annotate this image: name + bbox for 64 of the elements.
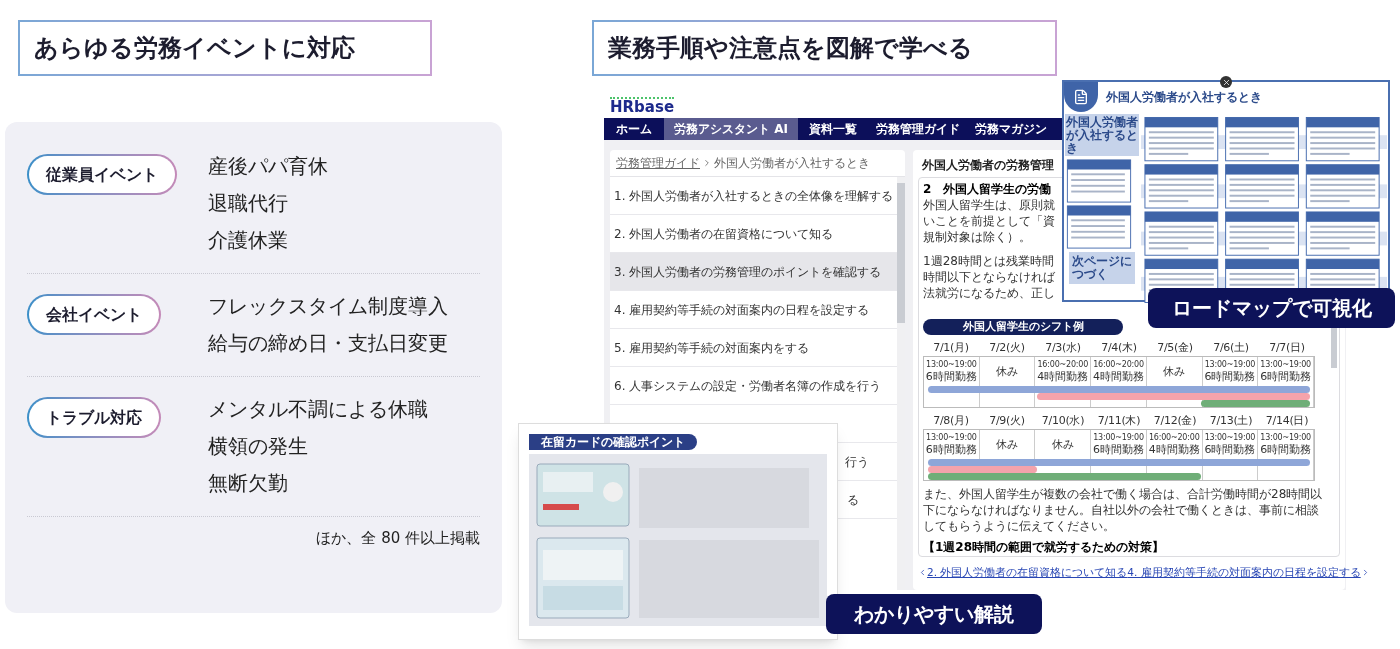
nav-tab[interactable]: 労務管理ガイド [868, 118, 968, 140]
date-label: 7/8(月) [932, 413, 970, 429]
event-count-note: ほか、全 80 件以上掲載 [316, 528, 480, 549]
category-badge: 従業員イベント [27, 154, 177, 195]
article-text: 1週28時間とは残業時間 [923, 253, 1054, 269]
roadmap-title: 外国人労働者が入社するとき [1106, 89, 1262, 106]
event-item: フレックスタイム制度導入 [208, 293, 448, 320]
date-label: 7/10(水) [1040, 413, 1086, 429]
article-text: いことを前提として「資 [923, 213, 1055, 229]
nav-tab[interactable]: 資料一覧 [798, 118, 868, 140]
date-label: 7/1(月) [932, 340, 970, 356]
shift-example-label: 外国人留学生のシフト例 [923, 319, 1123, 335]
previous-link[interactable]: 2. 外国人労働者の在留資格について知る [918, 565, 1128, 581]
step-item[interactable]: 3. 外国人労働者の労務管理のポイントを確認する [610, 253, 898, 291]
date-label: 7/12(金) [1152, 413, 1198, 429]
roadmap-start-label: 外国人労働者が入社するとき [1065, 114, 1139, 156]
event-item: 介護休業 [208, 227, 289, 254]
roadmap-continue-label: 次ページにつづく [1069, 252, 1135, 284]
article-text: 時間以下とならなければ [923, 269, 1055, 285]
step-item[interactable]: 行う [845, 452, 870, 471]
event-item: 無断欠勤 [208, 470, 289, 497]
date-label: 7/4(木) [1100, 340, 1138, 356]
date-label: 7/13(土) [1208, 413, 1254, 429]
event-item: メンタル不調による休職 [208, 396, 428, 423]
nav-tab[interactable]: ホーム [604, 118, 664, 140]
nav-tab[interactable]: 労務アシスタント AI [664, 118, 798, 140]
breadcrumb-current: 外国人労働者が入社するとき [714, 155, 870, 172]
article-text: 法就労になるため、正し [923, 285, 1055, 301]
date-label: 7/11(木) [1096, 413, 1142, 429]
nav-tab[interactable]: 労務マガジン [968, 118, 1054, 140]
feature-tag: ロードマップで可視化 [1148, 288, 1395, 328]
article-text: 規制対象は除く）。 [923, 229, 1031, 245]
close-button[interactable] [1220, 76, 1232, 88]
date-label: 7/5(金) [1156, 340, 1194, 356]
breadcrumb-link[interactable]: 労務管理ガイド [616, 154, 700, 172]
article-subheading: 【1週28時間の範囲で就労するための対策】 [923, 539, 1165, 555]
date-label: 7/14(日) [1264, 413, 1310, 429]
article-paragraph: また、外国人留学生が複数の会社で働く場合は、合計労働時間が28時間以下にならなければなりません。自社以外の会社で働くときは、事前に相談してもらうように伝えてください。 [923, 486, 1324, 534]
event-item: 退職代行 [208, 190, 289, 217]
scrollbar-thumb[interactable] [1331, 328, 1337, 368]
logo[interactable]: HRbase [610, 97, 675, 115]
date-label: 7/2(火) [988, 340, 1026, 356]
step-item[interactable]: る [847, 490, 860, 509]
date-label: 7/9(火) [988, 413, 1026, 429]
article-section-heading: 2 外国人留学生の労働 [923, 181, 1052, 197]
category-badge: トラブル対応 [27, 397, 161, 438]
event-item: 横領の発生 [208, 433, 309, 460]
event-item: 給与の締め日・支払日変更 [208, 330, 448, 357]
chevron-icon [702, 158, 712, 168]
feature-tag: わかりやすい解説 [826, 594, 1042, 634]
event-item: 産後パパ育休 [208, 153, 328, 180]
card-guide-title: 在留カードの確認ポイント [529, 434, 697, 450]
section-heading: 業務手順や注意点を図解で学べる [592, 20, 1057, 76]
date-label: 7/7(日) [1268, 340, 1306, 356]
close-icon [1221, 77, 1231, 87]
date-label: 7/3(水) [1044, 340, 1082, 356]
chevron-left-icon [918, 568, 927, 578]
category-badge: 会社イベント [27, 294, 161, 335]
article-title: 外国人労働者の労務管理 [922, 157, 1054, 174]
section-heading: あらゆる労務イベントに対応 [18, 20, 432, 76]
scrollbar-thumb[interactable] [897, 183, 905, 323]
date-label: 7/6(土) [1212, 340, 1250, 356]
article-text: 外国人留学生は、原則就 [923, 197, 1055, 213]
next-link[interactable]: 4. 雇用契約等手続の対面案内の日程を設定する [1127, 565, 1370, 581]
